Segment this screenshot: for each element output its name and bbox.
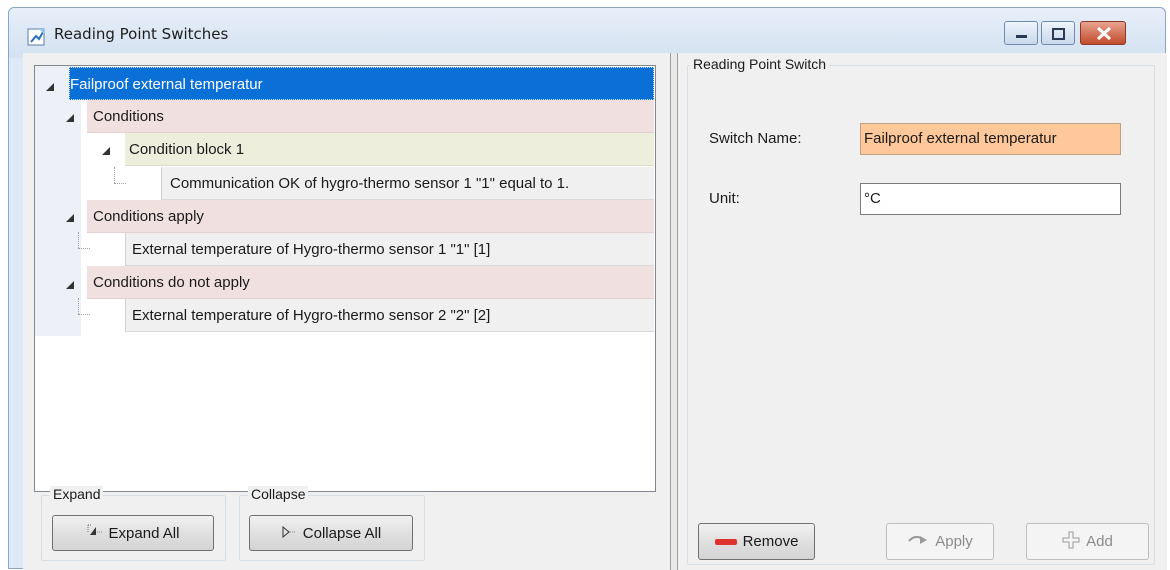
tree-item-label: Failproof external temperatur [70,76,263,93]
apply-button[interactable]: Apply [886,523,994,560]
expand-tree-icon [87,524,103,542]
tree-guide [114,183,126,184]
collapse-toggle-icon[interactable] [65,211,75,222]
detail-group-title: Reading Point Switch [690,56,830,72]
collapse-toggle-icon[interactable] [65,111,75,122]
add-plus-icon [1062,531,1080,553]
collapse-all-label: Collapse All [302,524,382,542]
expand-group: Expand Expand All [41,486,226,561]
tree-guide [78,298,79,314]
window-title: Reading Point Switches [54,25,229,43]
expand-all-label: Expand All [108,524,180,542]
main-window: Reading Point Switches Failproof externa… [8,7,1167,570]
switch-name-label: Switch Name: [709,130,802,147]
tree-guide [114,167,115,183]
tree-item-conditions-apply[interactable]: Conditions apply [87,200,654,233]
close-button[interactable] [1080,21,1126,45]
tree-item-apply-value[interactable]: External temperature of Hygro-thermo sen… [125,233,654,266]
collapse-toggle-icon[interactable] [65,278,75,289]
apply-label: Apply [935,533,973,550]
remove-icon [714,533,737,550]
remove-label: Remove [742,533,799,550]
expand-group-title: Expand [50,486,104,502]
client-area: Failproof external temperatur Conditions… [23,53,1167,570]
tree-item-label: Conditions do not apply [93,274,250,291]
switch-name-field[interactable]: Failproof external temperatur [860,123,1121,155]
tree-guide [78,314,90,315]
tree-item-conditions[interactable]: Conditions [87,100,654,133]
pane-splitter[interactable] [670,53,678,570]
tree-item-label: Communication OK of hygro-thermo sensor … [170,175,570,192]
app-icon [27,27,47,47]
unit-field[interactable]: °C [860,183,1121,215]
minimize-button[interactable] [1004,21,1038,45]
apply-arrow-icon [907,533,929,551]
collapse-all-button[interactable]: Collapse All [249,515,413,551]
expand-all-button[interactable]: Expand All [52,515,214,551]
tree-item-label: Condition block 1 [129,141,245,158]
add-button[interactable]: Add [1026,523,1149,560]
collapse-group: Collapse Collapse All [239,486,425,561]
tree-item-condition-block[interactable]: Condition block 1 [125,133,654,166]
collapse-tree-icon [281,525,297,542]
collapse-group-title: Collapse [248,486,309,502]
reading-point-switch-group: Reading Point Switch Switch Name: Failpr… [687,56,1155,565]
tree-item-label: External temperature of Hygro-thermo sen… [132,241,491,258]
title-bar: Reading Point Switches [9,8,1165,58]
remove-button[interactable]: Remove [698,523,815,560]
tree-item-label: Conditions [93,108,164,125]
collapse-toggle-icon[interactable] [45,80,55,91]
maximize-button[interactable] [1041,21,1075,45]
tree-item-label: External temperature of Hygro-thermo sen… [132,307,491,324]
add-label: Add [1086,533,1113,550]
tree-gutter [35,66,81,336]
tree-item-root[interactable]: Failproof external temperatur [69,67,654,100]
collapse-toggle-icon[interactable] [101,144,111,155]
tree-item-label: Conditions apply [93,208,204,225]
tree-item-condition[interactable]: Communication OK of hygro-thermo sensor … [161,167,654,200]
switch-tree[interactable]: Failproof external temperatur Conditions… [34,65,656,492]
tree-guide [78,248,90,249]
tree-item-conditions-not-apply[interactable]: Conditions do not apply [87,266,654,299]
unit-label: Unit: [709,190,740,207]
tree-guide [78,232,79,248]
tree-item-not-apply-value[interactable]: External temperature of Hygro-thermo sen… [125,299,654,332]
